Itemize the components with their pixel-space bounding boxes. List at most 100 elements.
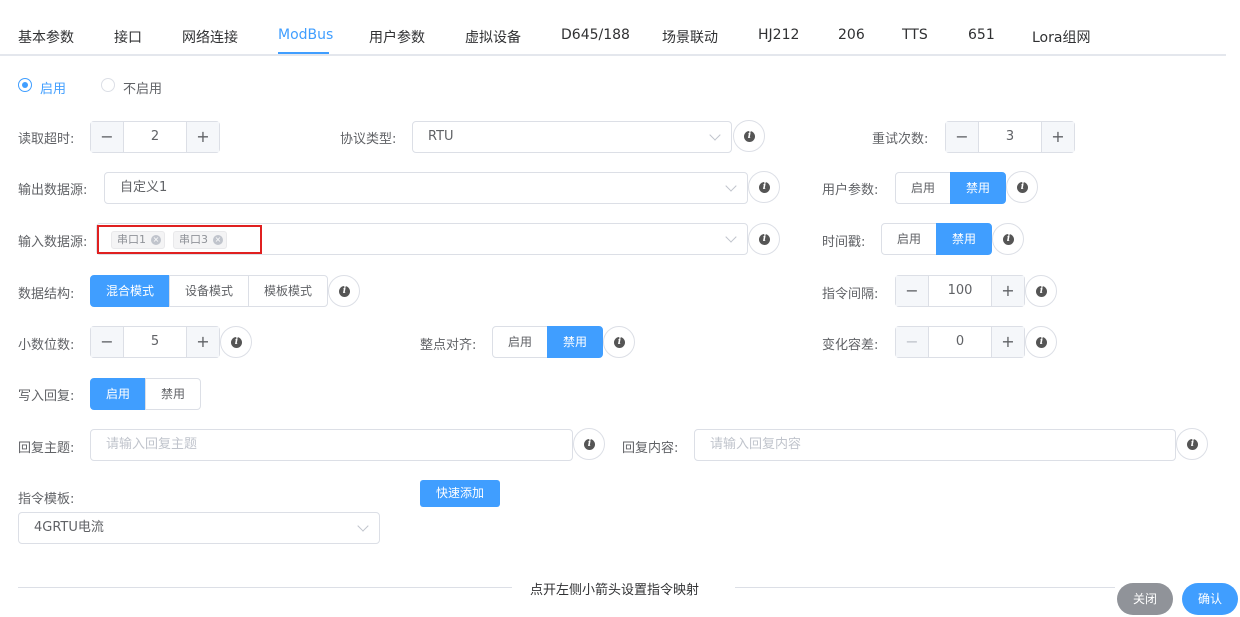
tab-d645[interactable]: D645/188 [561, 27, 630, 43]
align-toggle: 启用 禁用 [492, 326, 603, 358]
align-label: 整点对齐: [420, 338, 477, 353]
reply-topic-input[interactable]: 请输入回复主题 [90, 429, 573, 461]
tab-modbus[interactable]: ModBus [278, 27, 333, 43]
output-source-label: 输出数据源: [18, 183, 88, 198]
retry-value[interactable]: 3 [979, 122, 1041, 152]
chevron-down-icon [709, 129, 721, 141]
retry-increase-button[interactable]: + [1041, 122, 1074, 152]
decimals-label: 小数位数: [18, 338, 75, 353]
tab-tts[interactable]: TTS [902, 27, 928, 43]
output-source-info-icon[interactable]: i [748, 171, 780, 203]
tab-user-params[interactable]: 用户参数 [369, 27, 425, 47]
user-params-disable-button[interactable]: 禁用 [950, 172, 1006, 204]
decimals-increase-button[interactable]: + [186, 327, 219, 357]
cmd-interval-stepper: − 100 + [895, 275, 1025, 307]
retry-label: 重试次数: [872, 132, 929, 147]
reply-content-input[interactable]: 请输入回复内容 [694, 429, 1176, 461]
user-params-toggle: 启用 禁用 [895, 172, 1006, 204]
enable-radio[interactable] [18, 78, 32, 92]
decimals-value[interactable]: 5 [124, 327, 186, 357]
reply-content-info-icon[interactable]: i [1176, 428, 1208, 460]
protocol-value: RTU [428, 129, 454, 144]
tab-lora[interactable]: Lora组网 [1032, 27, 1090, 47]
tolerance-stepper: − 0 + [895, 326, 1025, 358]
cmd-interval-increase-button[interactable]: + [991, 276, 1024, 306]
align-disable-button[interactable]: 禁用 [547, 326, 603, 358]
reply-topic-placeholder: 请输入回复主题 [106, 437, 198, 452]
tab-network[interactable]: 网络连接 [182, 27, 238, 47]
input-source-label: 输入数据源: [18, 235, 88, 250]
align-info-icon[interactable]: i [603, 326, 635, 358]
quick-add-button[interactable]: 快速添加 [420, 480, 500, 507]
tolerance-info-icon[interactable]: i [1025, 326, 1057, 358]
protocol-select[interactable]: RTU [412, 121, 732, 153]
timestamp-disable-button[interactable]: 禁用 [936, 223, 992, 255]
retry-decrease-button[interactable]: − [946, 122, 979, 152]
mapping-hint: 点开左侧小箭头设置指令映射 [530, 583, 700, 598]
protocol-info-icon[interactable]: i [733, 120, 765, 152]
template-mode-button[interactable]: 模板模式 [248, 275, 328, 307]
cmd-template-label: 指令模板: [18, 492, 75, 507]
output-source-value: 自定义1 [120, 180, 168, 195]
chevron-down-icon [725, 231, 737, 243]
chevron-down-icon [357, 520, 369, 532]
tab-interface[interactable]: 接口 [114, 27, 142, 47]
read-timeout-value[interactable]: 2 [124, 122, 186, 152]
read-timeout-label: 读取超时: [18, 132, 75, 147]
mixed-mode-button[interactable]: 混合模式 [90, 275, 170, 307]
user-params-label: 用户参数: [822, 183, 879, 198]
user-params-info-icon[interactable]: i [1006, 171, 1038, 203]
tab-bar: 基本参数 接口 网络连接 ModBus 用户参数 虚拟设备 D645/188 场… [0, 0, 1226, 56]
decimals-decrease-button[interactable]: − [91, 327, 124, 357]
tolerance-label: 变化容差: [822, 338, 879, 353]
reply-content-label: 回复内容: [622, 441, 679, 456]
confirm-button[interactable]: 确认 [1182, 583, 1238, 615]
timestamp-toggle: 启用 禁用 [881, 223, 992, 255]
data-structure-info-icon[interactable]: i [328, 275, 360, 307]
highlight-box [97, 225, 262, 254]
read-timeout-stepper: − 2 + [90, 121, 220, 153]
write-reply-label: 写入回复: [18, 389, 75, 404]
chevron-down-icon [725, 180, 737, 192]
protocol-label: 协议类型: [340, 132, 397, 147]
timestamp-enable-button[interactable]: 启用 [881, 223, 937, 255]
reply-topic-info-icon[interactable]: i [573, 428, 605, 460]
decimals-info-icon[interactable]: i [220, 326, 252, 358]
read-timeout-decrease-button[interactable]: − [91, 122, 124, 152]
align-enable-button[interactable]: 启用 [492, 326, 548, 358]
write-reply-disable-button[interactable]: 禁用 [145, 378, 201, 410]
tab-virtual-device[interactable]: 虚拟设备 [465, 27, 521, 47]
timestamp-info-icon[interactable]: i [992, 223, 1024, 255]
write-reply-enable-button[interactable]: 启用 [90, 378, 146, 410]
cmd-interval-value[interactable]: 100 [929, 276, 991, 306]
active-tab-indicator [278, 52, 329, 54]
tolerance-decrease-button[interactable]: − [896, 327, 929, 357]
cmd-template-value: 4GRTU电流 [34, 520, 104, 535]
data-structure-toggle: 混合模式 设备模式 模板模式 [90, 275, 328, 307]
cmd-interval-decrease-button[interactable]: − [896, 276, 929, 306]
device-mode-button[interactable]: 设备模式 [169, 275, 249, 307]
tab-206[interactable]: 206 [838, 27, 865, 43]
data-structure-label: 数据结构: [18, 287, 75, 302]
enable-radio-label[interactable]: 启用 [40, 78, 66, 97]
tab-651[interactable]: 651 [968, 27, 995, 43]
output-source-select[interactable]: 自定义1 [104, 172, 748, 204]
reply-content-placeholder: 请输入回复内容 [710, 437, 802, 452]
disable-radio-label[interactable]: 不启用 [123, 78, 162, 97]
tolerance-value[interactable]: 0 [929, 327, 991, 357]
user-params-enable-button[interactable]: 启用 [895, 172, 951, 204]
cmd-interval-label: 指令间隔: [822, 287, 879, 302]
input-source-info-icon[interactable]: i [748, 223, 780, 255]
read-timeout-increase-button[interactable]: + [186, 122, 219, 152]
write-reply-toggle: 启用 禁用 [90, 378, 201, 410]
tolerance-increase-button[interactable]: + [991, 327, 1024, 357]
cmd-interval-info-icon[interactable]: i [1025, 275, 1057, 307]
disable-radio[interactable] [101, 78, 115, 92]
reply-topic-label: 回复主题: [18, 441, 75, 456]
tab-basic-params[interactable]: 基本参数 [18, 27, 74, 47]
close-button[interactable]: 关闭 [1117, 583, 1173, 615]
tab-scene-linkage[interactable]: 场景联动 [662, 27, 718, 47]
cmd-template-select[interactable]: 4GRTU电流 [18, 512, 380, 544]
divider-right [735, 587, 1115, 588]
tab-hj212[interactable]: HJ212 [758, 27, 799, 43]
